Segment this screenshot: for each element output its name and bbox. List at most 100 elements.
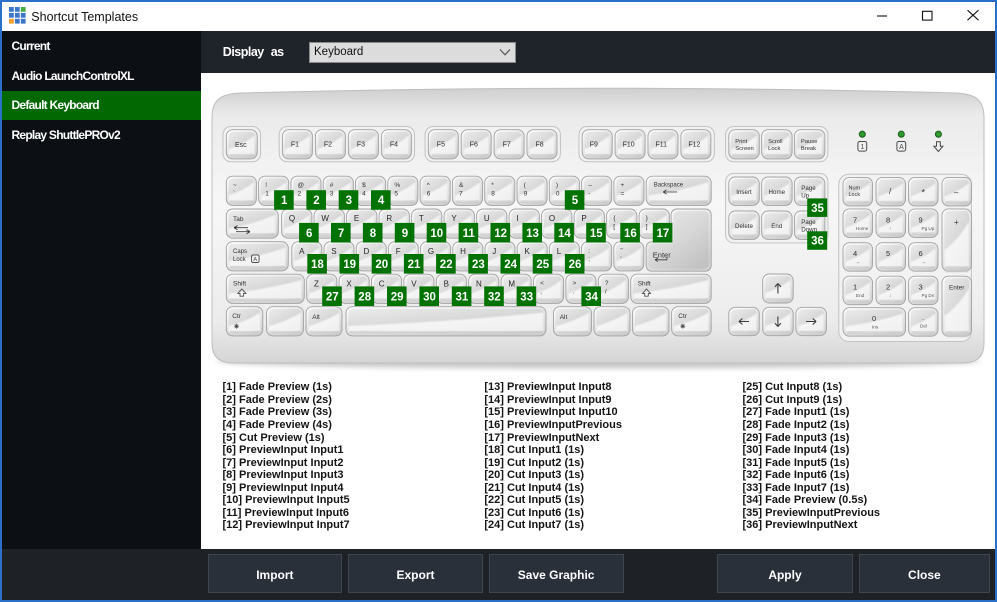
svg-text:Num: Num [849, 185, 861, 191]
svg-text:V: V [411, 279, 417, 288]
svg-text:1: 1 [265, 191, 269, 198]
svg-text:A: A [299, 247, 305, 256]
svg-text:9: 9 [919, 215, 923, 224]
svg-text:F9: F9 [590, 142, 598, 149]
svg-text:.: . [573, 289, 575, 296]
svg-text:F10: F10 [623, 142, 635, 149]
svg-text:Lock: Lock [849, 192, 861, 198]
svg-text:M: M [508, 279, 515, 288]
svg-text:/: / [605, 289, 607, 296]
svg-text:I: I [516, 214, 518, 223]
svg-text:2: 2 [298, 191, 302, 198]
svg-text:8: 8 [886, 215, 890, 224]
svg-text:End: End [771, 223, 783, 230]
svg-text:D: D [364, 247, 370, 256]
svg-text:J: J [492, 247, 496, 256]
svg-text:29: 29 [391, 291, 404, 303]
svg-text:O: O [549, 214, 555, 223]
svg-text:Esc: Esc [235, 142, 247, 149]
svg-text:R: R [386, 214, 392, 223]
svg-text:Del: Del [920, 324, 927, 329]
svg-text:[: [ [613, 224, 615, 231]
svg-text:↓: ↓ [889, 293, 891, 298]
svg-text:T: T [419, 214, 424, 223]
svg-text:Alt: Alt [560, 314, 568, 321]
svg-text:Lock: Lock [768, 146, 780, 152]
svg-text:21: 21 [408, 259, 421, 271]
svg-text:Ins: Ins [872, 325, 879, 330]
svg-text:25: 25 [536, 259, 549, 271]
svg-text:26: 26 [569, 259, 582, 271]
svg-text:;: ; [588, 256, 590, 263]
svg-text:2: 2 [886, 283, 890, 292]
svg-text:7: 7 [338, 228, 344, 240]
svg-text:K: K [525, 247, 531, 256]
svg-text:A: A [899, 144, 904, 151]
svg-text:,: , [540, 289, 542, 296]
svg-text::: : [588, 248, 590, 255]
svg-text:Enter: Enter [949, 285, 965, 292]
svg-text:#: # [330, 182, 334, 189]
svg-text:F7: F7 [503, 142, 511, 149]
svg-text:F12: F12 [688, 142, 700, 149]
svg-text:Y: Y [451, 214, 457, 223]
svg-text:Shift: Shift [638, 281, 651, 288]
svg-text:Ctr: Ctr [232, 313, 242, 320]
svg-text:*: * [922, 187, 926, 197]
svg-text:E: E [354, 214, 359, 223]
svg-text:1: 1 [860, 144, 864, 151]
svg-text:32: 32 [488, 291, 501, 303]
svg-text:H: H [460, 247, 466, 256]
svg-text:12: 12 [494, 228, 507, 240]
svg-text:28: 28 [358, 291, 371, 303]
svg-text:+: + [621, 182, 625, 189]
svg-text:End: End [856, 293, 865, 298]
svg-text:6: 6 [919, 249, 923, 258]
svg-text:5: 5 [394, 191, 398, 198]
svg-text:-: - [588, 191, 590, 198]
svg-text:`: ` [233, 191, 235, 198]
svg-text:36: 36 [811, 236, 824, 248]
svg-text:F11: F11 [656, 142, 668, 149]
svg-text:~: ~ [233, 182, 237, 189]
svg-text:.: . [922, 313, 924, 322]
svg-text:14: 14 [558, 228, 571, 240]
svg-text:0: 0 [872, 314, 876, 323]
svg-text:→: → [922, 260, 927, 265]
svg-text:35: 35 [811, 203, 824, 215]
svg-text:F4: F4 [390, 142, 398, 149]
svg-text:Insert: Insert [736, 189, 752, 196]
svg-text:!: ! [265, 182, 267, 189]
svg-text:Page: Page [801, 219, 816, 226]
svg-text:W: W [321, 214, 329, 223]
svg-text:Home: Home [856, 226, 869, 231]
svg-text:7: 7 [853, 215, 857, 224]
svg-text:7: 7 [459, 191, 463, 198]
svg-text:–: – [588, 182, 592, 189]
svg-text:17: 17 [657, 228, 670, 240]
svg-text:34: 34 [585, 291, 598, 303]
svg-text:1: 1 [853, 283, 857, 292]
svg-text:Alt: Alt [312, 314, 320, 321]
svg-text:%: % [394, 182, 400, 189]
svg-text:<: < [540, 280, 544, 287]
svg-text:B: B [444, 279, 449, 288]
svg-text:1: 1 [281, 195, 288, 207]
svg-text:Tab: Tab [233, 216, 244, 223]
svg-text:18: 18 [311, 259, 324, 271]
svg-text:3: 3 [919, 283, 923, 292]
svg-text:C: C [379, 279, 385, 288]
svg-text:8: 8 [370, 228, 377, 240]
svg-text:$: $ [362, 182, 366, 189]
svg-text:←: ← [856, 260, 861, 265]
svg-text:24: 24 [504, 259, 517, 271]
svg-text:27: 27 [326, 291, 339, 303]
svg-text:F1: F1 [291, 142, 299, 149]
svg-text:Pause: Pause [801, 139, 817, 145]
svg-text:N: N [476, 279, 482, 288]
svg-text:0: 0 [556, 191, 560, 198]
svg-text:6: 6 [306, 228, 312, 240]
svg-text:11: 11 [463, 228, 476, 240]
svg-text:20: 20 [375, 259, 388, 271]
svg-text:X: X [346, 279, 352, 288]
